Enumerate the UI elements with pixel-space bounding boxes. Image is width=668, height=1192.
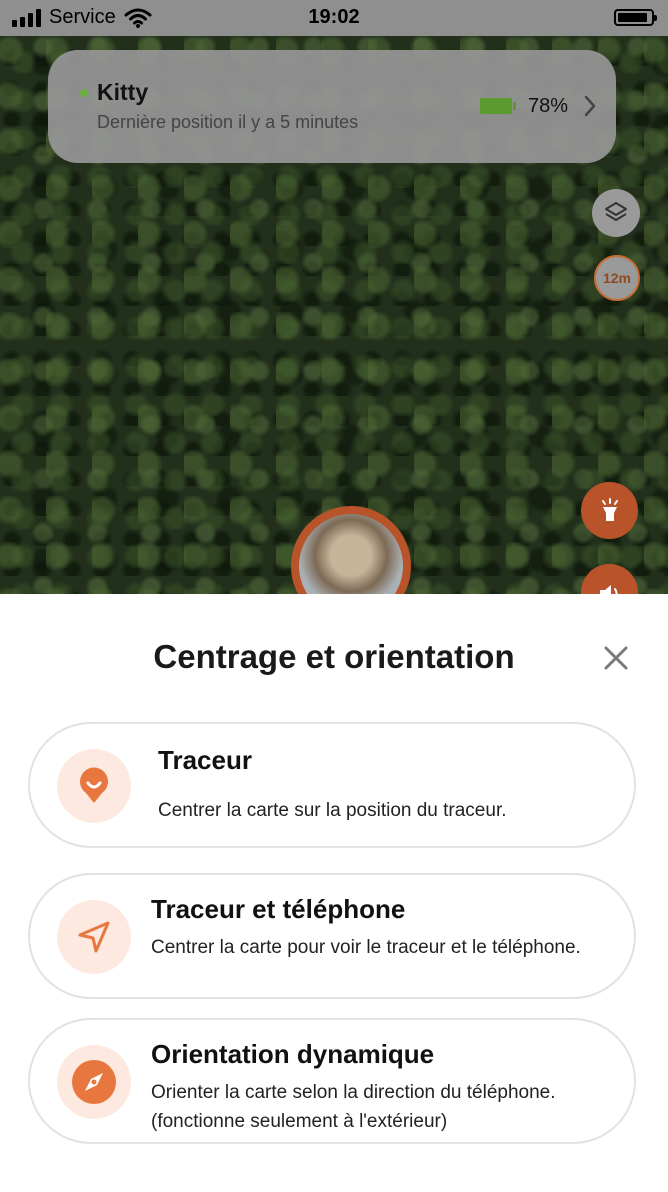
close-icon[interactable] [600, 642, 632, 674]
sheet-title: Centrage et orientation [153, 638, 515, 675]
status-time: 19:02 [308, 6, 360, 28]
option-icon-circle [57, 1045, 131, 1119]
centering-bottom-sheet: Centrage et orientation Traceur Centrer … [0, 594, 668, 1192]
tracker-battery-percent: 78% [528, 95, 569, 117]
option-icon-circle [57, 900, 131, 974]
online-status-dot [80, 89, 88, 97]
last-position-text: Dernière position il y a 5 minutes [97, 112, 359, 132]
option-title: Traceur et téléphone [151, 894, 406, 924]
device-battery-fill [618, 13, 647, 22]
option-traceur-telephone[interactable]: Traceur et téléphone Centrer la carte po… [28, 873, 636, 999]
compass-icon [72, 1060, 116, 1104]
tracker-card[interactable]: Kitty Dernière position il y a 5 minutes… [48, 50, 616, 163]
option-description: Centrer la carte pour voir le traceur et… [151, 937, 581, 958]
option-icon-circle [57, 749, 131, 823]
light-button[interactable] [581, 482, 638, 539]
navigation-arrow-icon [78, 921, 110, 953]
device-battery-icon [614, 9, 657, 26]
option-title: Orientation dynamique [151, 1039, 435, 1069]
chevron-right-icon [584, 95, 596, 117]
option-description: Centrer la carte sur la position du trac… [158, 800, 507, 821]
option-orientation-dynamique[interactable]: Orientation dynamique Orienter la carte … [28, 1018, 636, 1144]
tracker-battery-icon [480, 98, 516, 114]
status-bar: Service 19:02 [0, 0, 668, 36]
option-traceur[interactable]: Traceur Centrer la carte sur la position… [28, 722, 636, 848]
pet-avatar [299, 514, 403, 594]
map-layers-button[interactable] [592, 189, 640, 237]
history-time-badge[interactable]: 12m [594, 255, 640, 301]
pet-name: Kitty [97, 79, 149, 105]
option-title: Traceur [158, 745, 252, 775]
tracker-pin-icon [80, 767, 108, 803]
history-time-label: 12m [602, 270, 632, 286]
pet-location-marker[interactable] [291, 506, 411, 594]
speaker-icon [599, 584, 617, 594]
satellite-map[interactable]: Kitty Dernière position il y a 5 minutes… [0, 36, 668, 594]
option-description: Orienter la carte selon la direction du … [151, 1082, 556, 1132]
sound-button[interactable] [581, 564, 638, 594]
flashlight-icon [601, 497, 618, 521]
layers-icon [605, 202, 627, 221]
